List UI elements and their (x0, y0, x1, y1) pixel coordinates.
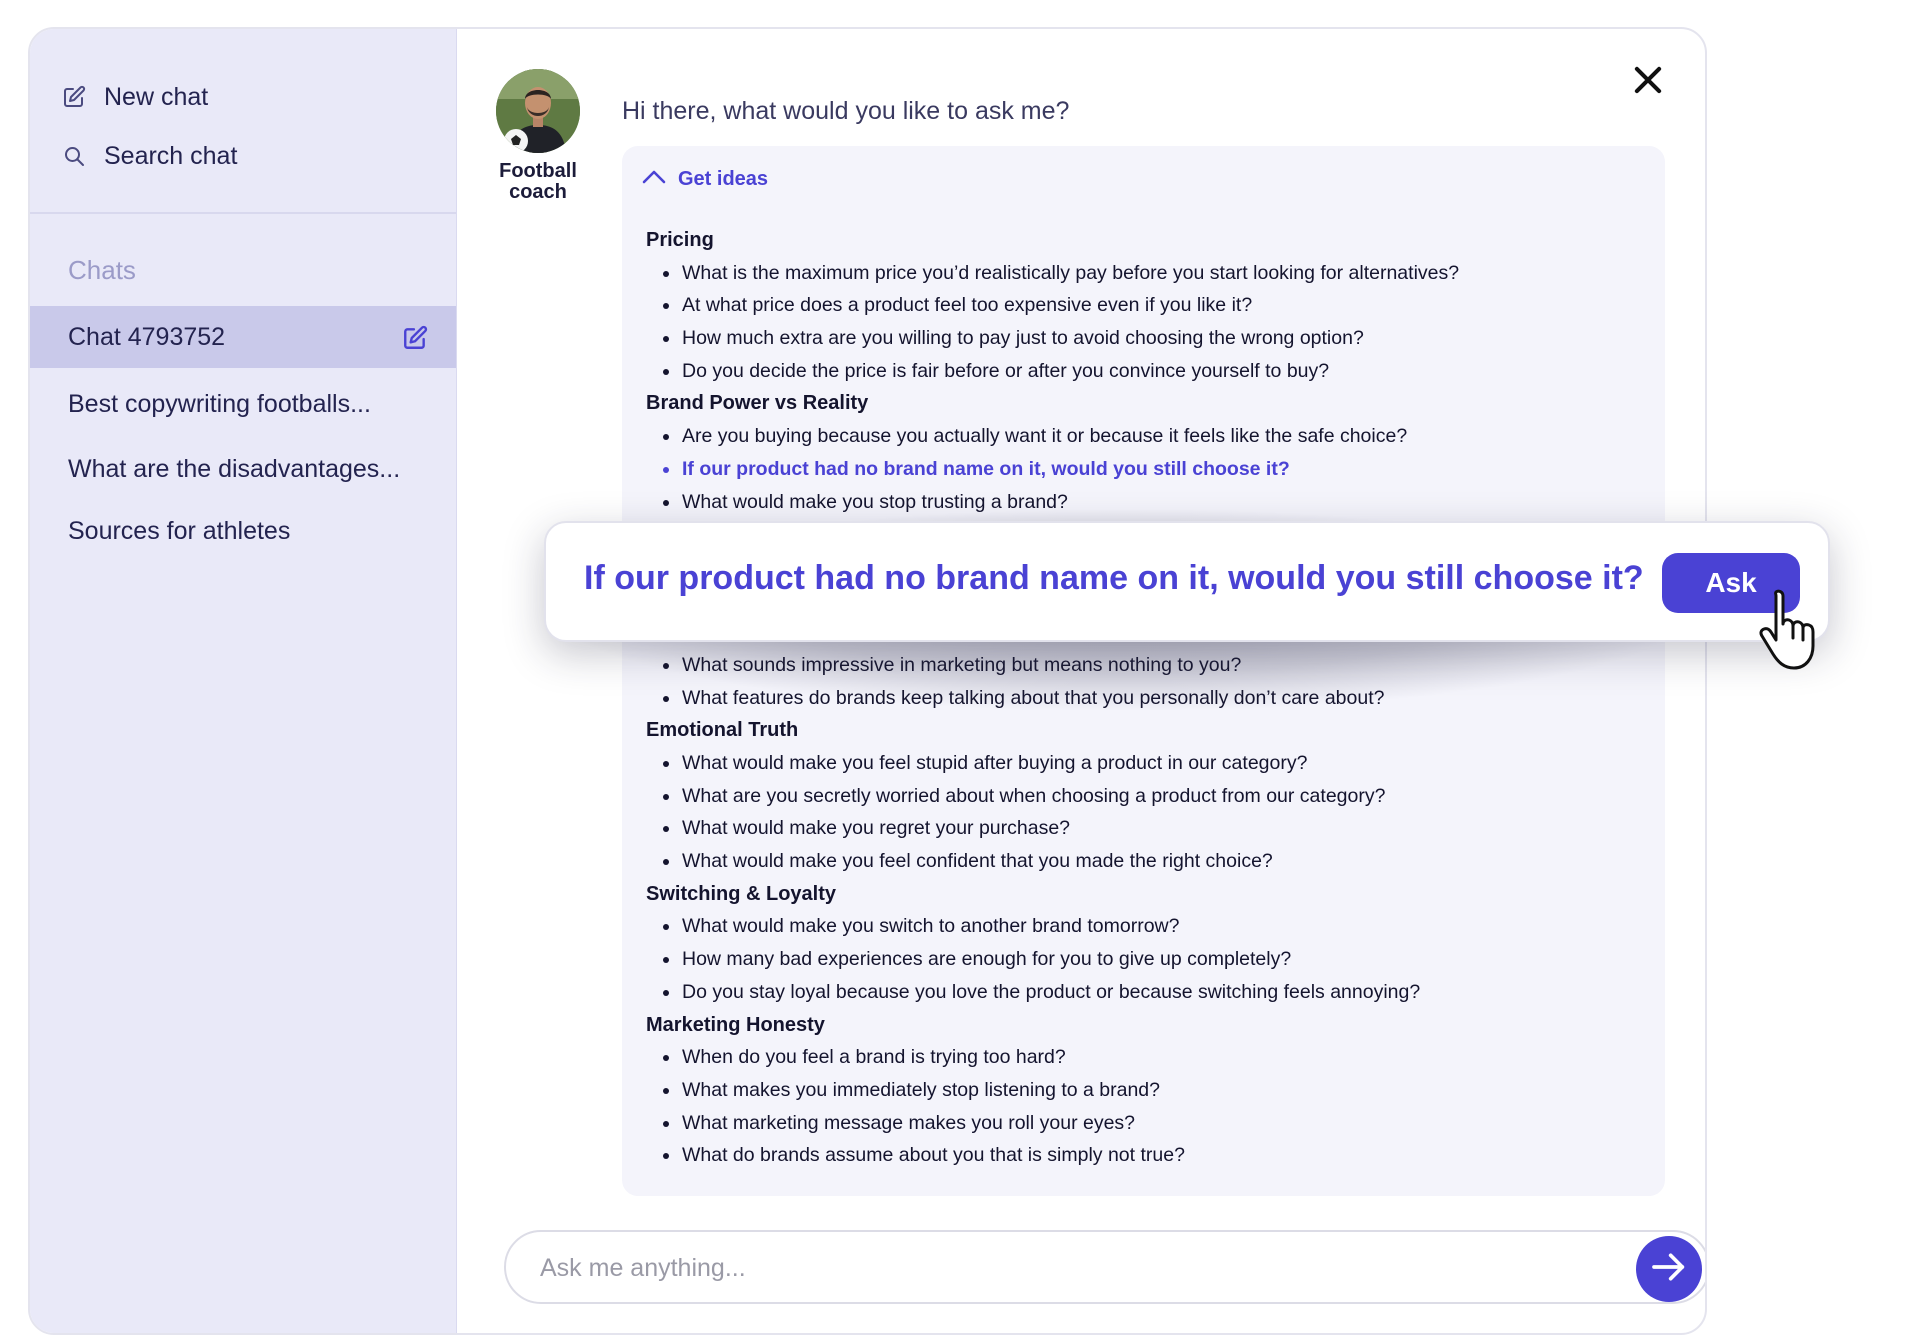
idea-question[interactable]: Do you stay loyal because you love the p… (646, 976, 1645, 1009)
edit-square-icon[interactable] (402, 325, 428, 351)
arrow-right-icon (1649, 1247, 1689, 1292)
agent-profile: Football coach (493, 69, 583, 203)
idea-question[interactable]: When do you feel a brand is trying too h… (646, 1041, 1645, 1074)
hand-pointer-icon (1758, 586, 1830, 674)
get-ideas-label: Get ideas (678, 168, 769, 190)
idea-question[interactable]: How many bad experiences are enough for … (646, 943, 1645, 976)
idea-question[interactable]: What is the maximum price you’d realisti… (646, 257, 1645, 290)
chats-heading: Chats (68, 255, 136, 285)
new-chat-button[interactable]: New chat (60, 75, 208, 119)
chevron-up-icon (642, 168, 678, 191)
idea-question[interactable]: What are you secretly worried about when… (646, 780, 1645, 813)
idea-question[interactable]: What marketing message makes you roll yo… (646, 1107, 1645, 1140)
search-icon (60, 142, 88, 170)
close-button[interactable] (1629, 61, 1667, 99)
chat-main: Football coach Hi there, what would you … (456, 29, 1705, 1333)
section-title: Switching & Loyalty (646, 882, 837, 905)
close-icon (1629, 66, 1667, 103)
idea-question[interactable]: What would make you stop trusting a bran… (646, 486, 1645, 519)
idea-sections: Pricing What is the maximum price you’d … (646, 224, 1645, 1172)
idea-question[interactable]: How much extra are you willing to pay ju… (646, 322, 1645, 355)
get-ideas-toggle[interactable]: Get ideas (642, 168, 768, 191)
message-input-bar (504, 1230, 1705, 1304)
idea-question[interactable]: What would make you switch to another br… (646, 910, 1645, 943)
idea-question[interactable]: What would make you feel stupid after bu… (646, 747, 1645, 780)
idea-question[interactable]: What sounds impressive in marketing but … (646, 649, 1645, 682)
idea-question[interactable]: Do you decide the price is fair before o… (646, 355, 1645, 388)
sidebar: New chat Search chat Chats Chat 4793752 (30, 29, 457, 1333)
send-button[interactable] (1636, 1236, 1702, 1302)
idea-question[interactable]: Are you buying because you actually want… (646, 420, 1645, 453)
chat-item-label: Best copywriting footballs... (68, 389, 371, 418)
agent-name: Football coach (499, 160, 577, 203)
search-chat-button[interactable]: Search chat (60, 134, 237, 178)
ideas-panel: Get ideas Pricing What is the maximum pr… (622, 146, 1665, 1196)
new-chat-label: New chat (104, 82, 209, 111)
idea-question[interactable]: At what price does a product feel too ex… (646, 289, 1645, 322)
section-title: Pricing (646, 229, 714, 251)
chat-item-label: Chat 4793752 (68, 322, 226, 351)
chat-item[interactable]: Best copywriting footballs... (30, 373, 456, 435)
edit-square-icon (60, 83, 88, 111)
question-callout: If our product had no brand name on it, … (544, 521, 1830, 642)
sidebar-divider (30, 212, 456, 214)
idea-question[interactable]: What features do brands keep talking abo… (646, 682, 1645, 715)
idea-question-highlighted[interactable]: If our product had no brand name on it, … (646, 453, 1645, 486)
chat-item-label: What are the disadvantages... (68, 454, 401, 483)
avatar (496, 69, 580, 153)
chat-item-active[interactable]: Chat 4793752 (30, 306, 456, 368)
chat-item[interactable]: Sources for athletes (30, 500, 456, 562)
idea-question[interactable]: What would make you feel confident that … (646, 845, 1645, 878)
message-input[interactable] (538, 1246, 1602, 1290)
app-window: New chat Search chat Chats Chat 4793752 (28, 27, 1707, 1335)
section-title: Marketing Honesty (646, 1013, 825, 1036)
section-title: Emotional Truth (646, 719, 799, 742)
idea-question[interactable]: What do brands assume about you that is … (646, 1139, 1645, 1172)
idea-question[interactable]: What would make you regret your purchase… (646, 812, 1645, 845)
chat-item[interactable]: What are the disadvantages... (30, 438, 456, 500)
idea-question[interactable]: What makes you immediately stop listenin… (646, 1074, 1645, 1107)
callout-question: If our product had no brand name on it, … (584, 559, 1644, 597)
greeting-message: Hi there, what would you like to ask me? (622, 97, 1070, 125)
section-title: Brand Power vs Reality (646, 392, 869, 415)
chat-item-label: Sources for athletes (68, 516, 291, 545)
search-chat-label: Search chat (104, 141, 238, 170)
